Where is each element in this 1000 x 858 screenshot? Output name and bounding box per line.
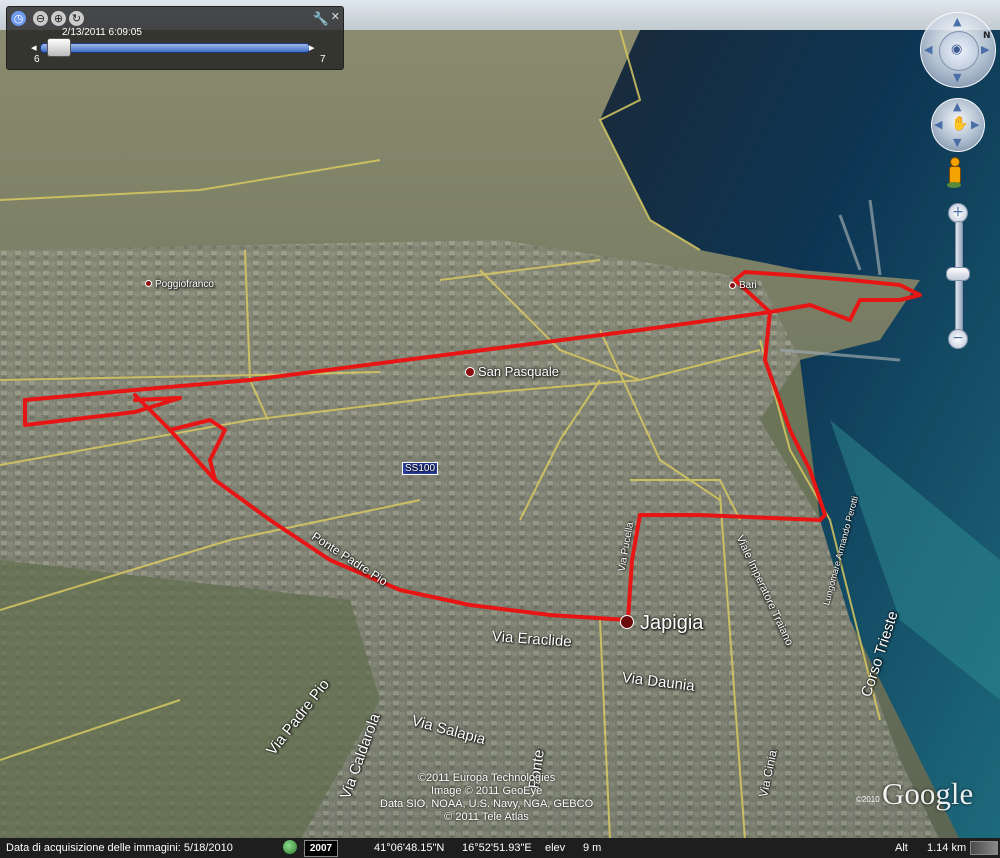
zoom-in-time-icon[interactable]: ⊕ [51,11,66,26]
status-bar: Data di acquisizione delle immagini: 5/1… [0,838,1000,858]
eye-icon: ◉ [951,42,963,57]
google-logo: Google [882,776,974,811]
zoom-out-button[interactable]: − [948,329,968,349]
san-pasquale-marker[interactable] [465,367,475,377]
place-label-bari: Bari [739,280,757,291]
step-forward-icon[interactable]: ▸ [309,41,315,54]
logo-copyright: ©2010 [856,795,880,804]
place-label-japigia: Japigia [640,612,704,634]
time-slider-knob[interactable] [47,38,71,57]
imagery-date: Data di acquisizione delle immagini: 5/1… [6,842,233,854]
move-up-arrow-icon[interactable]: ▲ [953,100,961,113]
step-back-icon[interactable]: ◂ [31,41,37,54]
move-down-arrow-icon[interactable]: ▼ [953,136,961,149]
credit-line: ©2011 Europa Technologies [417,772,556,784]
street-view-pegman-icon[interactable] [947,157,961,191]
altitude-label: Alt [895,842,908,854]
credit-line: Data SIO, NOAA, U.S. Navy, NGA, GEBCO [380,798,594,810]
altitude-value: 1.14 km [927,842,967,854]
clock-icon[interactable]: ◷ [11,11,26,26]
time-readout: 2/13/2011 6:09:05 [62,27,142,38]
zoom-thumb[interactable] [946,267,970,281]
place-label-san-pasquale: San Pasquale [478,364,559,379]
elevation-label: elev [545,842,566,854]
imagery-credits: ©2011 Europa Technologies Image © 2011 G… [380,772,593,824]
north-n-icon[interactable]: N [983,31,991,41]
refresh-time-icon[interactable]: ↻ [69,11,84,26]
zoom-slider[interactable]: + − [946,203,970,349]
credit-line: © 2011 Tele Atlas [444,811,529,823]
bari-marker[interactable] [729,282,736,289]
look-down-arrow-icon[interactable]: ▼ [953,71,961,84]
move-left-arrow-icon[interactable]: ◀ [934,118,942,131]
road-shield-ss100: SS100 [402,462,439,475]
streaming-indicator-icon [970,841,998,855]
longitude-readout: 16°52'51.93"E [462,842,532,854]
time-slider-panel: ◷ ⊖ ⊕ ↻ 🔧 ✕ 2/13/2011 6:09:05 ◂ ▸ 6 7 [6,6,344,70]
poggiofranco-marker[interactable] [145,280,152,287]
look-right-arrow-icon[interactable]: ▶ [981,43,989,56]
look-up-arrow-icon[interactable]: ▲ [953,15,961,28]
elevation-value: 9 m [583,842,602,854]
time-start-label: 6 [34,54,40,65]
historical-imagery-globe-icon[interactable] [283,840,297,854]
zoom-out-time-icon[interactable]: ⊖ [33,11,48,26]
japigia-marker[interactable] [620,615,634,629]
wrench-icon[interactable]: 🔧 [313,11,329,27]
close-icon[interactable]: ✕ [331,10,340,23]
historical-year-button[interactable]: 2007 [304,840,338,857]
look-left-arrow-icon[interactable]: ◀ [924,43,932,56]
time-end-label: 7 [320,54,326,65]
zoom-in-button[interactable]: + [948,203,968,223]
move-control[interactable]: ▲ ▼ ◀ ▶ ✋ [931,98,985,152]
move-right-arrow-icon[interactable]: ▶ [971,118,979,131]
aerial-map[interactable] [0,0,1000,858]
time-slider-track[interactable] [40,43,310,53]
latitude-readout: 41°06'48.15"N [374,842,445,854]
place-label-poggiofranco: Poggiofranco [155,279,214,290]
credit-line: Image © 2011 GeoEye [430,785,543,797]
hand-icon: ✋ [951,116,969,132]
look-control[interactable]: ▲ ▼ ◀ ▶ ◉ N [920,12,996,88]
